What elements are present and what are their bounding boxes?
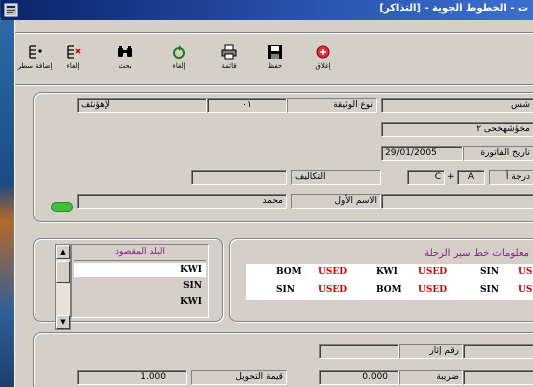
route-cell-from: SIN	[480, 285, 499, 295]
close-label: إغلاق	[315, 62, 331, 70]
close-button[interactable]: إغلاق	[305, 40, 341, 80]
toolbar-separator	[15, 84, 533, 86]
destination-item[interactable]: KWI	[74, 263, 206, 277]
scroll-thumb[interactable]	[56, 261, 70, 283]
first-name-field[interactable]: محمد	[77, 194, 287, 209]
route-cell-from: KWI	[376, 267, 398, 277]
delete-line-icon	[67, 45, 81, 59]
plus-sign: +	[447, 172, 455, 182]
app-window: ت - الخطوط الجوية - [التذاكر] إضافة سطر …	[1, 0, 533, 387]
cancel-button[interactable]: إلغاء	[161, 40, 197, 80]
close-icon	[316, 45, 330, 59]
route-cell-status: US	[518, 285, 533, 295]
route-cell-from: BOM	[276, 267, 302, 277]
costs-field[interactable]	[191, 170, 287, 185]
ticket-no-extra-field[interactable]	[463, 344, 533, 359]
doc-type-value: ٠١	[242, 100, 252, 110]
class-code-field[interactable]: C	[407, 170, 445, 185]
cancel-label: إلغاء	[172, 62, 186, 70]
window-title: ت - الخطوط الجوية - [التذاكر]	[379, 3, 528, 14]
route-cell-from: BOM	[376, 285, 402, 295]
save-button[interactable]: حفظ	[257, 40, 293, 80]
tax-value: 0.000	[362, 372, 388, 382]
status-indicator	[51, 202, 73, 212]
route-row[interactable]: SIN USED BOM USED SIN US	[246, 284, 533, 298]
route-cell-from: SIN	[276, 285, 295, 295]
doc-type-field[interactable]: ٠١	[207, 98, 287, 113]
list-label: قائمة	[221, 62, 237, 70]
class-label-text: درجة أ	[505, 172, 530, 182]
destination-item[interactable]: SIN	[74, 279, 206, 293]
toolbar: إضافة سطر إلغاء بحث إلغاء قائمة حفظ إغلا…	[15, 40, 355, 82]
invoice-date-field[interactable]: 29/01/2005	[381, 146, 463, 161]
name-field[interactable]: شس	[381, 98, 533, 113]
cancel-line-button[interactable]: إلغاء	[55, 40, 91, 80]
ticket-no-label: رقم إثار	[399, 344, 463, 359]
add-line-button[interactable]: إضافة سطر	[17, 40, 53, 80]
add-line-label: إضافة سطر	[17, 62, 53, 70]
conversion-value: 1.000	[140, 372, 166, 382]
costs-label-text: التكاليف	[295, 172, 326, 182]
route-cell-from: SIN	[480, 267, 499, 277]
destination-item[interactable]: KWI	[74, 295, 206, 309]
tax-extra-field[interactable]	[463, 370, 533, 385]
doc-type-label: نوع الوثيقة	[287, 98, 377, 113]
name-value: شس	[510, 100, 530, 110]
conversion-label-text: قيمة التحويل	[235, 372, 283, 382]
save-label: حفظ	[267, 62, 283, 70]
first-name-extra-field[interactable]	[381, 194, 533, 209]
printer-icon	[221, 44, 237, 60]
conversion-label: قيمة التحويل	[191, 370, 287, 385]
class-label: درجة أ	[489, 170, 533, 185]
menu-separator	[15, 32, 533, 34]
class-value: A	[467, 172, 475, 182]
class-code-value: C	[434, 172, 441, 182]
list-button[interactable]: قائمة	[211, 40, 247, 80]
doc-type-desc: لإهؤنئف	[81, 100, 111, 110]
first-name-value: محمد	[262, 196, 283, 206]
destination-scrollbar[interactable]: ▲ ▼	[55, 244, 71, 330]
search-button[interactable]: بحث	[107, 40, 143, 80]
route-cell-status: USED	[318, 285, 348, 295]
route-title: معلومات خط سير الرحلة	[424, 248, 529, 259]
tax-field[interactable]: 0.000	[319, 370, 399, 385]
destination-header: البلد المقصود	[74, 247, 206, 261]
invoice-date-label-text: تاريخ الفاتورة	[480, 148, 530, 158]
scroll-down-button[interactable]: ▼	[56, 315, 70, 329]
ticket-no-field[interactable]	[319, 344, 399, 359]
invoice-date-value: 29/01/2005	[385, 148, 437, 158]
first-name-label: الاسم الأول	[291, 194, 381, 209]
tax-label: ضريبة	[399, 370, 463, 385]
costs-label: التكاليف	[291, 170, 381, 185]
search-label: بحث	[118, 62, 132, 70]
route-cell-status: USED	[318, 267, 348, 277]
app-icon	[4, 3, 18, 17]
second-name-value: مخؤشهخحی ٢	[476, 124, 530, 134]
doc-desc-field[interactable]: لإهؤنئف	[77, 98, 207, 113]
floppy-disk-icon	[268, 45, 282, 59]
title-bar[interactable]: ت - الخطوط الجوية - [التذاكر]	[1, 0, 533, 20]
scroll-up-button[interactable]: ▲	[56, 245, 70, 259]
add-line-icon	[29, 45, 42, 59]
route-cell-status: USED	[418, 267, 448, 277]
route-cell-status: US	[518, 267, 533, 277]
route-cell-status: USED	[418, 285, 448, 295]
undo-icon	[173, 45, 185, 59]
cancel-line-label: إلغاء	[66, 62, 80, 70]
destination-list[interactable]: البلد المقصود KWI SIN KWI	[71, 244, 209, 318]
conversion-field[interactable]: 1.000	[77, 370, 187, 385]
second-name-field[interactable]: مخؤشهخحی ٢	[381, 122, 533, 137]
plus-sign-text: +	[447, 172, 455, 182]
ticket-no-label-text: رقم إثار	[429, 346, 459, 356]
invoice-date-label: تاريخ الفاتورة	[463, 146, 533, 161]
route-grid[interactable]: BOM USED KWI USED SIN US SIN USED BOM US…	[246, 264, 533, 300]
tax-label-text: ضريبة	[436, 372, 459, 382]
doc-type-label-text: نوع الوثيقة	[333, 100, 373, 110]
desktop-background	[0, 18, 14, 387]
class-value-field[interactable]: A	[457, 170, 485, 185]
binoculars-icon	[118, 46, 132, 57]
route-row[interactable]: BOM USED KWI USED SIN US	[246, 266, 533, 280]
first-name-label-text: الاسم الأول	[334, 196, 377, 206]
